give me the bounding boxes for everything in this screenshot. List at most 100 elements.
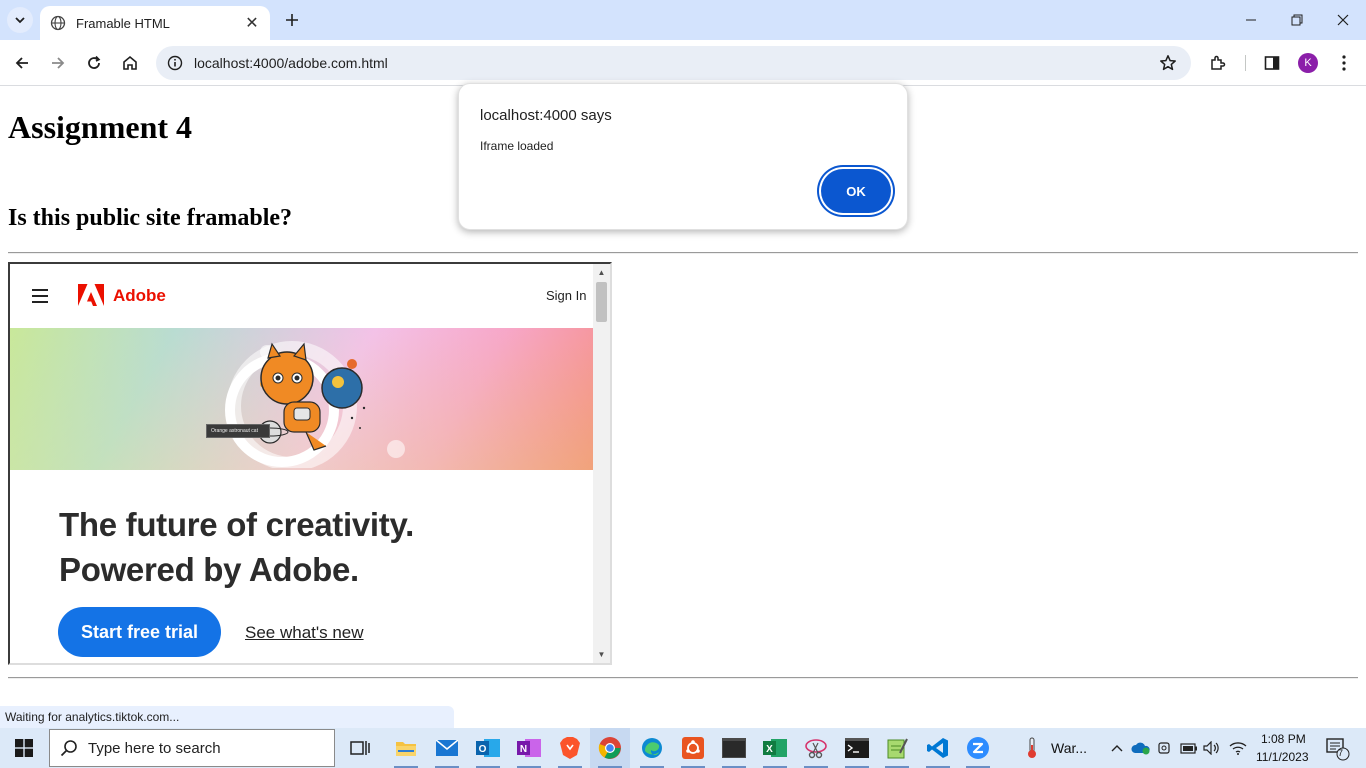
ubuntu-app[interactable]: [673, 728, 713, 768]
command-prompt-app[interactable]: [837, 728, 877, 768]
side-panel-icon: [1264, 56, 1280, 70]
vscode-icon: [927, 738, 948, 758]
edge-app[interactable]: [632, 728, 672, 768]
address-bar[interactable]: localhost:4000/adobe.com.html: [156, 46, 1191, 80]
start-button[interactable]: [0, 728, 48, 768]
see-whats-new-link[interactable]: See what's new: [245, 623, 364, 643]
meet-now-tray[interactable]: [1154, 728, 1176, 768]
chrome-app[interactable]: [590, 728, 630, 768]
network-tray[interactable]: [1226, 728, 1250, 768]
forward-button[interactable]: [44, 49, 72, 77]
new-tab-button[interactable]: [280, 8, 304, 32]
zoom-app[interactable]: [958, 728, 998, 768]
terminal-app[interactable]: [714, 728, 754, 768]
decorative-bubble-icon: [387, 440, 405, 458]
reload-icon: [88, 55, 101, 69]
taskbar-search-box[interactable]: Type here to search: [49, 729, 335, 767]
terminal-window-icon: [722, 738, 746, 758]
divider-top: [8, 252, 1358, 254]
bookmark-button[interactable]: [1151, 46, 1185, 80]
notepad-app[interactable]: [877, 728, 917, 768]
scroll-down-arrow-icon[interactable]: ▼: [593, 646, 610, 663]
edge-icon: [642, 738, 662, 758]
home-button[interactable]: [116, 49, 144, 77]
minimize-button[interactable]: [1228, 0, 1274, 40]
clock-date[interactable]: 11/1/2023: [1256, 750, 1309, 764]
menu-button[interactable]: [1330, 49, 1358, 77]
tab-search-button[interactable]: [7, 7, 33, 33]
scissors-icon: [805, 739, 827, 759]
outlook-app[interactable]: O: [468, 728, 508, 768]
file-explorer-app[interactable]: [386, 728, 426, 768]
dialog-title: localhost:4000 says: [480, 107, 612, 124]
clock-time[interactable]: 1:08 PM: [1261, 732, 1306, 746]
puzzle-icon: [1211, 55, 1226, 70]
onedrive-tray[interactable]: [1130, 728, 1152, 768]
restore-button[interactable]: [1274, 0, 1320, 40]
notepad-icon: [887, 738, 908, 759]
task-view-button[interactable]: [340, 728, 380, 768]
page-subtitle: Is this public site framable?: [8, 205, 293, 231]
onenote-icon: N: [517, 739, 541, 757]
iframe-scrollbar[interactable]: ▲ ▼: [593, 264, 610, 663]
thermometer-icon: [1028, 737, 1036, 758]
info-icon: [167, 55, 183, 71]
kebab-menu-icon: [1342, 55, 1346, 71]
notification-center-button[interactable]: 7: [1320, 728, 1354, 768]
brave-browser-app[interactable]: [550, 728, 590, 768]
adobe-logo-icon[interactable]: [78, 284, 104, 308]
battery-icon: [1180, 743, 1197, 754]
site-info-button[interactable]: [158, 46, 192, 80]
ubuntu-icon: [682, 737, 704, 759]
scroll-up-arrow-icon[interactable]: ▲: [593, 264, 610, 281]
tab-close-icon[interactable]: ✕: [242, 13, 262, 33]
astronaut-cat-illustration: [225, 341, 366, 468]
adobe-iframe[interactable]: Adobe Sign In Orange astronaut cat The f…: [8, 262, 612, 665]
headline-line-1: The future of creativity.: [59, 506, 414, 543]
browser-tab[interactable]: Framable HTML ✕: [40, 6, 270, 40]
globe-icon: [50, 15, 66, 31]
headline-line-2: Powered by Adobe.: [59, 551, 359, 588]
speaker-icon: [1203, 741, 1219, 755]
weather-widget[interactable]: [1012, 728, 1052, 768]
page-title: Assignment 4: [8, 109, 193, 145]
dialog-ok-button[interactable]: OK: [821, 169, 891, 213]
svg-text:N: N: [520, 744, 527, 755]
scrollbar-thumb[interactable]: [596, 282, 607, 322]
hamburger-menu-icon[interactable]: [32, 289, 48, 303]
cloud-sync-icon: [1131, 742, 1150, 755]
star-icon: [1160, 55, 1176, 71]
onenote-app[interactable]: N: [509, 728, 549, 768]
profile-avatar[interactable]: K: [1298, 53, 1318, 73]
search-placeholder: Type here to search: [88, 739, 221, 757]
adobe-nav: Adobe Sign In: [10, 264, 593, 328]
back-button[interactable]: [8, 49, 36, 77]
extensions-button[interactable]: [1204, 49, 1232, 77]
vscode-app[interactable]: [918, 728, 958, 768]
sign-in-link[interactable]: Sign In: [546, 288, 586, 303]
brave-lion-icon: [560, 737, 580, 759]
adobe-brand-name[interactable]: Adobe: [113, 286, 166, 306]
start-free-trial-button[interactable]: Start free trial: [58, 607, 221, 657]
back-arrow-icon: [15, 57, 28, 69]
chevron-down-icon: [15, 17, 25, 24]
svg-text:X: X: [766, 744, 773, 755]
volume-tray[interactable]: [1201, 728, 1223, 768]
show-hidden-icons-button[interactable]: [1106, 728, 1128, 768]
toolbar-separator: [1245, 55, 1246, 71]
side-panel-button[interactable]: [1258, 49, 1286, 77]
wifi-icon: [1229, 742, 1247, 755]
notification-icon: [1326, 738, 1350, 761]
excel-app[interactable]: X: [755, 728, 795, 768]
close-window-button[interactable]: [1320, 0, 1366, 40]
tab-strip: Framable HTML ✕: [0, 0, 1366, 40]
weather-label[interactable]: War...: [1051, 740, 1087, 756]
mail-app[interactable]: [427, 728, 467, 768]
snipping-tool-app[interactable]: [796, 728, 836, 768]
divider-bottom: [8, 677, 1358, 679]
hero-headline: The future of creativity. Powered by Ado…: [59, 502, 414, 592]
excel-icon: X: [763, 739, 787, 757]
plus-icon: [286, 14, 298, 26]
reload-button[interactable]: [80, 49, 108, 77]
battery-tray[interactable]: [1178, 728, 1200, 768]
